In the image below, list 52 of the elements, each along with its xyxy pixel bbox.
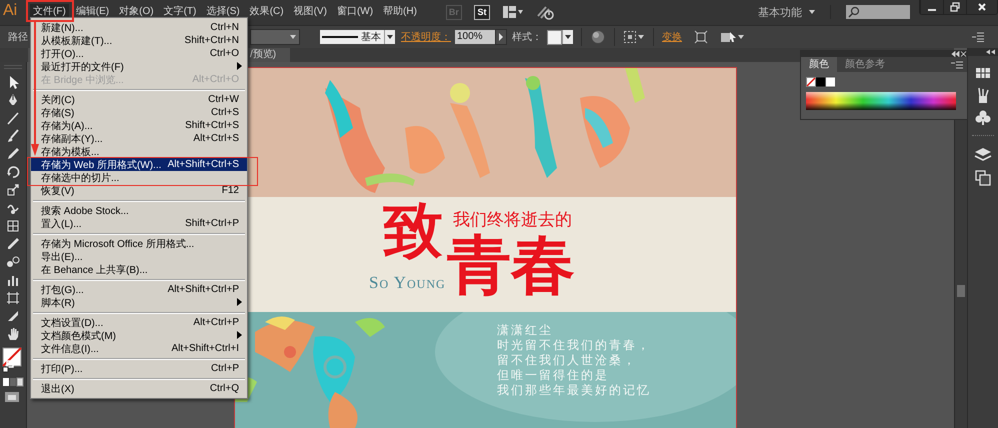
poem-line: 时光留不住我们的青春， — [497, 339, 651, 352]
menu-item[interactable]: 退出(X) Ctrl+Q — [31, 382, 247, 395]
stroke-style-dropdown[interactable]: 基本 — [320, 30, 384, 44]
menu-item[interactable]: 文字(T) — [160, 4, 200, 19]
menu-item[interactable]: 存储为模板... — [31, 145, 247, 158]
menu-item[interactable]: 存储为(A)... Shift+Ctrl+S — [31, 119, 247, 132]
menu-item[interactable]: 存储为 Microsoft Office 所用格式... — [31, 237, 247, 250]
menu-item[interactable]: 脚本(R) — [31, 296, 247, 309]
menu-item[interactable]: 视图(V) — [290, 4, 330, 19]
workspace-switcher[interactable]: 基本功能 — [758, 5, 831, 19]
path-label: 路径 — [8, 31, 28, 44]
menu-item[interactable]: 帮助(H) — [380, 4, 420, 19]
menu-item[interactable]: 恢复(V) F12 — [31, 184, 247, 197]
poem-line: 潇潇红尘 — [497, 324, 554, 337]
app-logo: Ai — [2, 1, 18, 21]
menu-item[interactable]: 打包(G)... Alt+Shift+Ctrl+P — [31, 283, 247, 296]
menu-item[interactable]: 存储副本(Y)... Alt+Ctrl+S — [31, 132, 247, 145]
opacity-link[interactable]: 不透明度： — [401, 30, 451, 44]
menu-item[interactable]: 打开(O)... Ctrl+O — [31, 47, 247, 60]
menu-item[interactable]: 从模板新建(T)... Shift+Ctrl+N — [31, 34, 247, 47]
subtitle-text: 我们终将逝去的 — [453, 211, 572, 228]
title-text: 致 — [383, 201, 443, 261]
menu-item[interactable]: 编辑(E) — [72, 4, 112, 19]
english-title: So Young — [369, 273, 446, 293]
menu-item[interactable]: 最近打开的文件(F) — [31, 60, 247, 73]
menu-item[interactable]: 存储(S) Ctrl+S — [31, 106, 247, 119]
menu-item[interactable]: 在 Behance 上共享(B)... — [31, 263, 247, 276]
transform-link[interactable]: 变换 — [662, 30, 682, 44]
menu-item[interactable]: 打印(P)... Ctrl+P — [31, 362, 247, 375]
panel-tab[interactable]: 颜色 — [801, 57, 837, 72]
menu-item[interactable]: 文件信息(I)... Alt+Shift+Ctrl+I — [31, 342, 247, 355]
title-text: 青春 — [447, 233, 575, 297]
menu-item[interactable]: 对象(O) — [116, 4, 157, 19]
menu-item[interactable]: 关闭(C) Ctrl+W — [31, 93, 247, 106]
menu-item[interactable]: 文档设置(D)... Alt+Ctrl+P — [31, 316, 247, 329]
poem-line: 留不住我们人世沧桑， — [497, 354, 638, 367]
menu-item[interactable]: 存储选中的切片... — [31, 171, 247, 184]
style-label: 样式： — [512, 30, 542, 44]
menu-item[interactable]: 搜索 Adobe Stock... — [31, 204, 247, 217]
menu-item[interactable]: 新建(N)... Ctrl+N — [31, 21, 247, 34]
panel-tab[interactable]: 颜色参考 — [837, 57, 893, 72]
menu-item[interactable]: 选择(S) — [203, 4, 243, 19]
menu-item[interactable]: 置入(L)... Shift+Ctrl+P — [31, 217, 247, 230]
menu-item[interactable]: 效果(C) — [246, 4, 287, 19]
poem-line: 我们那些年最美好的记忆 — [497, 384, 651, 397]
stock-button[interactable]: St — [474, 4, 490, 20]
menu-item[interactable]: 存储为 Web 所用格式(W)... Alt+Shift+Ctrl+S — [31, 158, 247, 171]
menu-item[interactable]: 导出(E)... — [31, 250, 247, 263]
opacity-field[interactable]: 100% — [455, 30, 495, 44]
menu-item[interactable]: 文档颜色模式(M) — [31, 329, 247, 342]
menu-item[interactable]: 窗口(W) — [334, 4, 376, 19]
poem-line: 但唯一留得住的是 — [497, 369, 610, 382]
